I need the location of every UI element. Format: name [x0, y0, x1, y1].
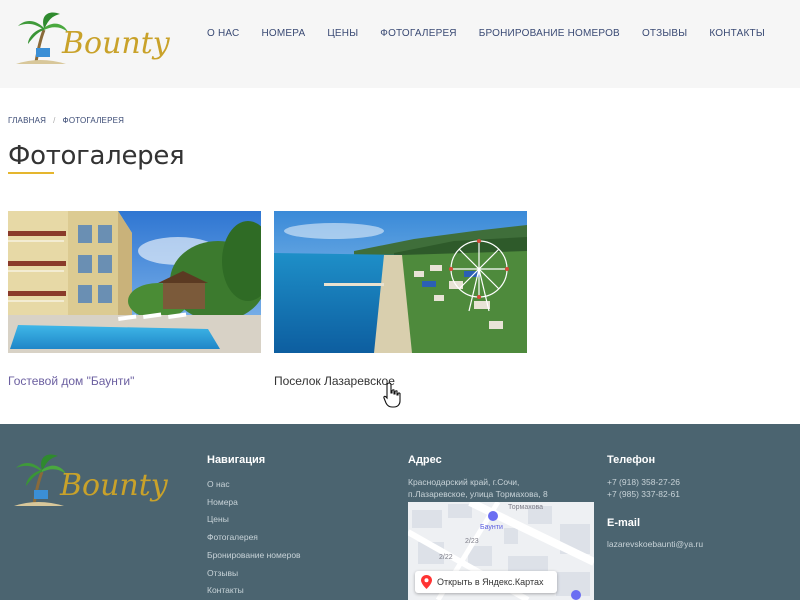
footer-address: Адрес Краснодарский край, г.Сочи, п.Лаза… — [408, 454, 598, 500]
address-line-2: п.Лазаревское, улица Тормахова, 8 — [408, 489, 548, 499]
nav-contacts[interactable]: КОНТАКТЫ — [709, 28, 765, 39]
breadcrumb-current: ФОТОГАЛЕРЕЯ — [62, 116, 125, 125]
hand-cursor-icon — [383, 382, 401, 408]
footer-link-gallery[interactable]: Фотогалерея — [207, 529, 301, 547]
open-yandex-maps-label: Открыть в Яндекс.Картах — [437, 577, 544, 587]
map-label-house-1: 2/23 — [465, 538, 479, 545]
footer-link-prices[interactable]: Цены — [207, 511, 301, 529]
nav-prices[interactable]: ЦЕНЫ — [327, 28, 358, 39]
nav-rooms[interactable]: НОМЕРА — [261, 28, 305, 39]
site-header: Bounty О НАС НОМЕРА ЦЕНЫ ФОТОГАЛЕРЕЯ БРО… — [0, 0, 800, 88]
footer-link-reviews[interactable]: Отзывы — [207, 565, 301, 583]
gallery-image-lazarevskoe[interactable] — [274, 211, 527, 353]
footer-nav-title: Навигация — [207, 454, 266, 466]
footer-phone: Телефон +7 (918) 358-27-26 +7 (985) 337-… — [607, 454, 680, 500]
main-nav: О НАС НОМЕРА ЦЕНЫ ФОТОГАЛЕРЕЯ БРОНИРОВАН… — [207, 28, 787, 39]
title-underline — [8, 172, 54, 174]
phone-1[interactable]: +7 (918) 358-27-26 — [607, 476, 680, 488]
gallery-image-guest-house[interactable] — [8, 211, 261, 353]
site-footer: Bounty Навигация О нас Номера Цены Фотог… — [0, 424, 800, 600]
map-pin-icon — [421, 575, 432, 589]
map-label-house-2: 2/22 — [439, 554, 453, 561]
nav-reviews[interactable]: ОТЗЫВЫ — [642, 28, 687, 39]
footer-navigation: Навигация О нас Номера Цены Фотогалерея … — [207, 454, 301, 600]
breadcrumb: ГЛАВНАЯ / ФОТОГАЛЕРЕЯ — [8, 116, 124, 125]
footer-link-about[interactable]: О нас — [207, 476, 301, 494]
phone-2[interactable]: +7 (985) 337-82-61 — [607, 488, 680, 500]
open-yandex-maps-button[interactable]: Открыть в Яндекс.Картах — [415, 571, 557, 593]
map-label-poi: Баунти — [480, 524, 503, 531]
footer-email-title: E-mail — [607, 517, 641, 529]
footer-phone-title: Телефон — [607, 454, 656, 466]
nav-booking[interactable]: БРОНИРОВАНИЕ НОМЕРОВ — [479, 28, 620, 39]
bounty-logo-footer[interactable]: Bounty — [8, 452, 168, 510]
footer-email: E-mail lazarevskoebaunti@ya.ru — [607, 517, 703, 549]
nav-gallery[interactable]: ФОТОГАЛЕРЕЯ — [380, 28, 456, 39]
gallery-caption-lazarevskoe[interactable]: Поселок Лазаревское — [274, 374, 395, 388]
breadcrumb-home[interactable]: ГЛАВНАЯ — [8, 116, 46, 125]
email-address[interactable]: lazarevskoebaunti@ya.ru — [607, 539, 703, 549]
footer-link-booking[interactable]: Бронирование номеров — [207, 547, 301, 565]
footer-link-contacts[interactable]: Контакты — [207, 582, 301, 600]
bounty-logo[interactable]: Bounty — [10, 8, 170, 68]
address-line-1: Краснодарский край, г.Сочи, — [408, 477, 520, 487]
gallery-caption-guest-house[interactable]: Гостевой дом "Баунти" — [8, 374, 134, 388]
svg-text:Bounty: Bounty — [61, 26, 170, 61]
footer-address-title: Адрес — [408, 454, 442, 466]
page-title: Фотогалерея — [8, 141, 185, 171]
nav-about[interactable]: О НАС — [207, 28, 239, 39]
breadcrumb-separator: / — [53, 116, 56, 125]
footer-link-rooms[interactable]: Номера — [207, 494, 301, 512]
map-label-street: Тормахова — [508, 504, 544, 511]
yandex-map[interactable]: Тормахова Баунти 2/23 2/22 Открыть в Янд… — [408, 502, 594, 600]
svg-text:Bounty: Bounty — [59, 468, 168, 503]
